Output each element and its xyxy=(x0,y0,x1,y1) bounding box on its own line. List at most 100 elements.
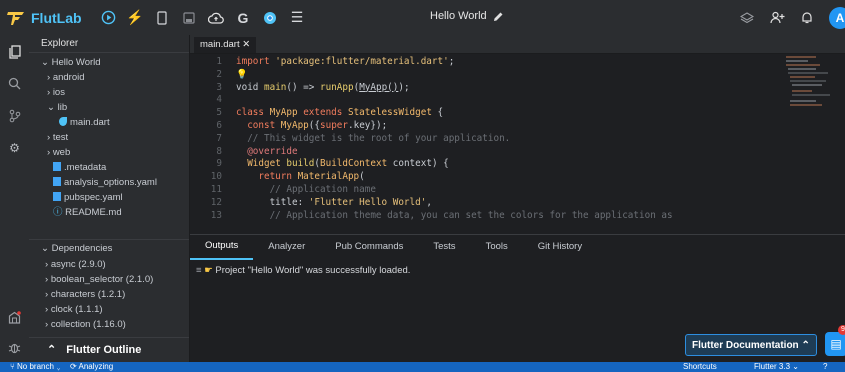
help-icon[interactable]: ? xyxy=(823,362,827,372)
line-number: 6 xyxy=(216,120,222,131)
chevron-up-icon: ⌃ xyxy=(47,344,57,356)
chrome-icon[interactable] xyxy=(262,10,278,26)
outline-title: Flutter Outline xyxy=(66,344,142,356)
tree-item[interactable]: .metadata xyxy=(29,160,189,175)
tree-item[interactable]: ⓘ README.md xyxy=(29,205,189,220)
tab-main-dart[interactable]: main.dart ✕ xyxy=(194,37,257,53)
line-number: 1 xyxy=(216,56,222,67)
analyzing-status: ⟳ Analyzing xyxy=(70,362,113,372)
flutter-outline-header[interactable]: ⌃ Flutter Outline xyxy=(29,337,189,362)
tree-item[interactable]: ⌄ lib xyxy=(29,100,189,115)
dependency-item[interactable]: › async (2.9.0) xyxy=(29,257,189,272)
run-icon[interactable] xyxy=(100,10,116,26)
menu-icon[interactable]: ☰ xyxy=(289,9,305,26)
package-icon[interactable] xyxy=(7,310,22,325)
code-token: ({ xyxy=(308,120,320,131)
tree-item[interactable]: main.dart xyxy=(29,115,189,130)
device-icon[interactable] xyxy=(154,10,170,26)
code-token: context) { xyxy=(392,158,449,170)
shortcuts-link[interactable]: Shortcuts xyxy=(683,362,717,372)
code-line: 5 class MyApp extends StatelessWidget { xyxy=(190,107,790,120)
code-token: 💡 xyxy=(236,68,248,80)
code-token: MyApp xyxy=(280,120,309,131)
line-number: 13 xyxy=(210,209,222,221)
google-icon[interactable]: G xyxy=(235,10,251,26)
code-token: return xyxy=(258,171,298,183)
dependency-item[interactable]: › boolean_selector (2.1.0) xyxy=(29,272,189,287)
branch-label: No branch xyxy=(17,362,54,371)
dependency-item[interactable]: › characters (1.2.1) xyxy=(29,287,189,302)
bell-icon[interactable] xyxy=(799,10,815,26)
dependency-label: async (2.9.0) xyxy=(50,259,106,270)
line-number: 8 xyxy=(216,145,222,157)
source-control-icon[interactable] xyxy=(7,108,22,123)
settings-icon[interactable]: ⚙ xyxy=(7,140,22,155)
chat-button[interactable]: ▤ xyxy=(825,332,845,356)
chat-badge: 9 xyxy=(838,325,845,335)
tab-outputs[interactable]: Outputs xyxy=(190,234,254,260)
branch-icon: ⑂ xyxy=(10,362,18,371)
tree-item-label: pubspec.yaml xyxy=(64,192,123,203)
tab-analyzer[interactable]: Analyzer xyxy=(253,235,320,259)
flutter-version-label: Flutter 3.3 xyxy=(754,362,791,371)
save-icon[interactable] xyxy=(181,10,197,26)
search-icon[interactable] xyxy=(7,76,22,91)
line-number: 9 xyxy=(216,158,222,170)
code-token: main xyxy=(264,81,287,93)
code-token: import xyxy=(236,56,276,67)
line-number: 11 xyxy=(210,184,222,195)
flutter-documentation-button[interactable]: Flutter Documentation ⌃ xyxy=(685,334,817,356)
bug-icon[interactable] xyxy=(7,340,22,355)
code-line: 7 // This widget is the root of your app… xyxy=(190,133,790,146)
line-number: 5 xyxy=(216,107,222,119)
tree-item[interactable]: › ios xyxy=(29,85,189,100)
tab-git-history[interactable]: Git History xyxy=(523,235,597,259)
tab-tests[interactable]: Tests xyxy=(418,235,470,259)
explorer-panel: Explorer ⌄ Hello World › android › ios ⌄ li… xyxy=(29,35,190,362)
dependency-item[interactable]: › collection (1.16.0) xyxy=(29,317,189,332)
tree-item[interactable]: › web xyxy=(29,145,189,160)
tree-item[interactable]: ⌄ Hello World xyxy=(29,55,189,70)
cloud-upload-icon[interactable] xyxy=(208,10,224,26)
project-title[interactable]: Hello World xyxy=(430,10,504,22)
code-token: const xyxy=(247,120,281,131)
panel-tabs: Outputs Analyzer Pub Commands Tests Tools Git… xyxy=(190,234,845,260)
tree-item[interactable]: pubspec.yaml xyxy=(29,190,189,205)
code-line: 13 // Application theme data, you can se… xyxy=(190,210,790,223)
avatar[interactable]: A xyxy=(829,6,845,29)
dependency-item[interactable]: › clock (1.1.1) xyxy=(29,302,189,317)
files-icon[interactable] xyxy=(7,44,22,59)
tree-item-label: test xyxy=(52,132,69,143)
tree-item-label: main.dart xyxy=(70,117,110,128)
tab-pub-commands[interactable]: Pub Commands xyxy=(320,235,418,259)
close-icon[interactable]: ✕ xyxy=(242,39,250,50)
code-token: @override xyxy=(236,145,298,157)
flutter-version-select[interactable]: Flutter 3.3 ⌄ xyxy=(754,362,799,372)
brand[interactable]: FlutLab xyxy=(0,9,96,27)
file-tree: ⌄ Hello World › android › ios ⌄ lib main.dar… xyxy=(29,53,189,220)
code-editor[interactable]: 1 import 'package:flutter/material.dart';… xyxy=(190,54,845,234)
hot-reload-icon[interactable]: ⚡ xyxy=(126,9,143,26)
explorer-title: Explorer xyxy=(29,35,189,53)
code-line: 10 return MaterialApp( xyxy=(190,171,790,184)
code-token: 'Flutter Hello World' xyxy=(308,196,427,208)
output-log: ≡ ☛ Project "Hello World" was successful… xyxy=(190,259,845,282)
add-user-icon[interactable] xyxy=(769,10,785,26)
code-token: () => xyxy=(286,81,320,93)
tree-item[interactable]: › test xyxy=(29,130,189,145)
code-token: void xyxy=(236,81,264,93)
branch-status[interactable]: ⑂ No branch ⌄ xyxy=(10,362,61,372)
tree-item-label: Hello World xyxy=(51,57,101,68)
dependencies-header[interactable]: ⌄ Dependencies xyxy=(29,239,189,257)
layers-icon[interactable] xyxy=(739,10,755,26)
top-toolbar: FlutLab ⚡ G ☰ Hello World A xyxy=(0,0,845,35)
tab-tools[interactable]: Tools xyxy=(471,235,523,259)
dependencies-title: Dependencies xyxy=(51,243,113,254)
minimap[interactable] xyxy=(786,56,836,116)
tree-item[interactable]: analysis_options.yaml xyxy=(29,175,189,190)
tree-item[interactable]: › android xyxy=(29,70,189,85)
code-token: runApp xyxy=(319,81,354,93)
code-token: .key}); xyxy=(348,120,388,131)
tree-item-label: android xyxy=(52,72,85,83)
